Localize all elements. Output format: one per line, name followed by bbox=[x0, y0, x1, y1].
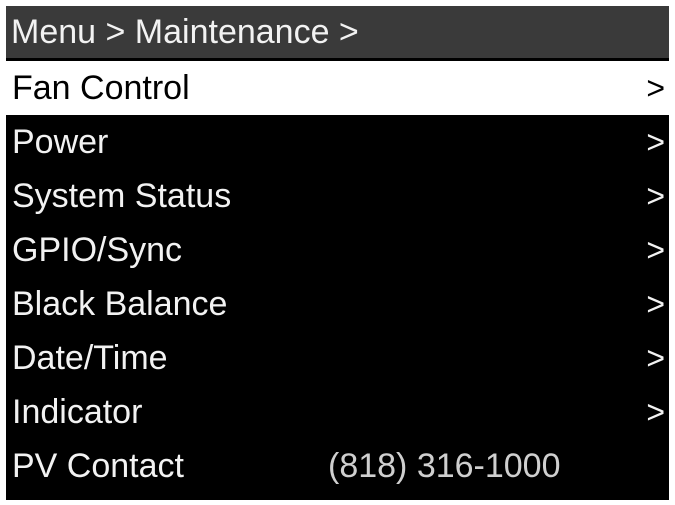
chevron-right-icon: > bbox=[646, 340, 665, 376]
contact-phone-number: (818) 316-1000 bbox=[328, 447, 561, 485]
menu-item-label: Black Balance bbox=[12, 285, 228, 323]
chevron-right-icon: > bbox=[646, 286, 665, 322]
chevron-right-icon: > bbox=[646, 232, 665, 268]
chevron-right-icon: > bbox=[646, 124, 665, 160]
menu-item-gpio-sync[interactable]: GPIO/Sync > bbox=[6, 223, 669, 277]
menu-screen: Menu > Maintenance > Fan Control > Power… bbox=[6, 6, 669, 500]
menu-item-label: System Status bbox=[12, 177, 232, 215]
breadcrumb: Menu > Maintenance > bbox=[6, 6, 669, 58]
chevron-right-icon: > bbox=[646, 394, 665, 430]
menu-item-indicator[interactable]: Indicator > bbox=[6, 385, 669, 439]
menu-item-date-time[interactable]: Date/Time > bbox=[6, 331, 669, 385]
chevron-right-icon: > bbox=[646, 70, 665, 106]
menu-item-label: Fan Control bbox=[12, 69, 190, 107]
menu-item-system-status[interactable]: System Status > bbox=[6, 169, 669, 223]
chevron-right-icon: > bbox=[646, 178, 665, 214]
menu-item-power[interactable]: Power > bbox=[6, 115, 669, 169]
menu-item-label: Indicator bbox=[12, 393, 143, 431]
menu-item-pv-contact: PV Contact (818) 316-1000 bbox=[6, 439, 669, 493]
menu-item-label: Date/Time bbox=[12, 339, 168, 377]
menu-item-label: Power bbox=[12, 123, 109, 161]
menu-item-fan-control[interactable]: Fan Control > bbox=[6, 61, 669, 115]
menu-item-black-balance[interactable]: Black Balance > bbox=[6, 277, 669, 331]
menu-item-label: GPIO/Sync bbox=[12, 231, 183, 269]
contact-label: PV Contact bbox=[12, 447, 184, 485]
menu-list: Fan Control > Power > System Status > GP… bbox=[6, 61, 669, 493]
